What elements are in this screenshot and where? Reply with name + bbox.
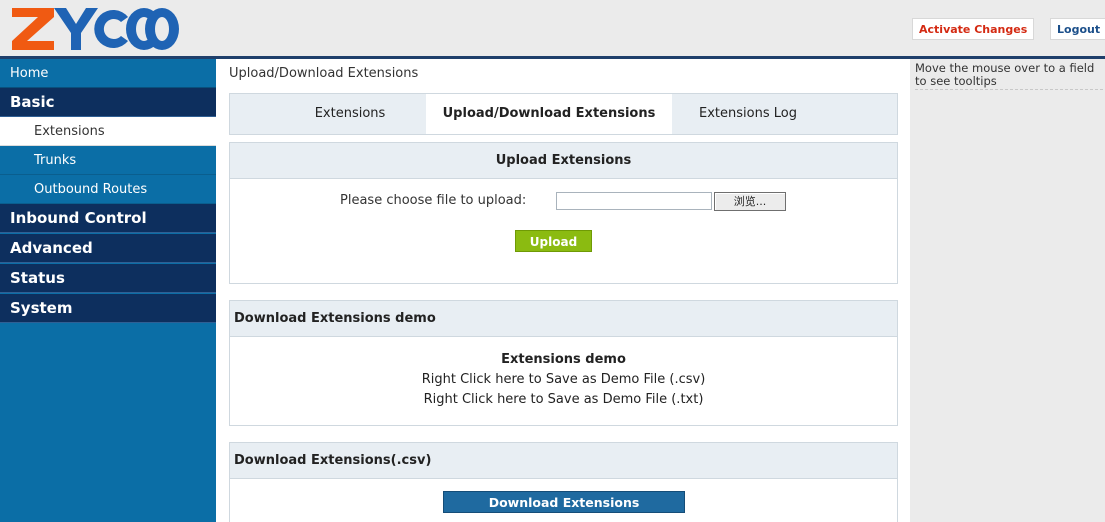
file-path-input[interactable] <box>556 192 712 210</box>
download-demo-panel: Download Extensions demo Extensions demo… <box>229 300 898 426</box>
tab-extensions-log[interactable]: Extensions Log <box>688 94 808 134</box>
tooltip-text: Move the mouse over to a field to see to… <box>915 61 1095 88</box>
sidebar-item-home[interactable]: Home <box>0 59 216 88</box>
sidebar-section-status[interactable]: Status <box>0 264 216 293</box>
download-extensions-button[interactable]: Download Extensions <box>443 491 685 513</box>
demo-subtitle: Extensions demo <box>501 352 626 367</box>
tooltip-panel: Move the mouse over to a field to see to… <box>910 59 1105 522</box>
upload-button[interactable]: Upload <box>515 230 592 252</box>
sidebar-section-inbound-control[interactable]: Inbound Control <box>0 204 216 233</box>
tab-extensions[interactable]: Extensions <box>302 94 398 134</box>
upload-panel-title: Upload Extensions <box>230 143 897 179</box>
breadcrumb: Upload/Download Extensions <box>229 66 419 81</box>
upload-row: Please choose file to upload: 浏览... <box>230 191 897 211</box>
top-header: Activate Changes Logout <box>0 0 1105 58</box>
demo-csv-link[interactable]: Right Click here to Save as Demo File (.… <box>230 370 897 390</box>
sidebar-section-advanced[interactable]: Advanced <box>0 234 216 263</box>
demo-txt-link[interactable]: Right Click here to Save as Demo File (.… <box>230 390 897 410</box>
sidebar: Home Basic Extensions Trunks Outbound Ro… <box>0 59 216 522</box>
browse-button[interactable]: 浏览... <box>714 192 786 211</box>
zycoo-logo <box>12 8 179 50</box>
sidebar-item-outbound-routes[interactable]: Outbound Routes <box>0 175 216 204</box>
activate-changes-button[interactable]: Activate Changes <box>912 18 1035 40</box>
tab-bar: Extensions Upload/Download Extensions Ex… <box>229 93 898 135</box>
upload-file-label: Please choose file to upload: <box>340 193 527 208</box>
demo-panel-title: Download Extensions demo <box>230 301 897 337</box>
tooltip-divider <box>915 89 1103 90</box>
sidebar-item-extensions[interactable]: Extensions <box>0 117 216 146</box>
demo-body: Extensions demo Right Click here to Save… <box>230 337 897 410</box>
upload-extensions-panel: Upload Extensions Please choose file to … <box>229 142 898 284</box>
logout-button[interactable]: Logout <box>1050 18 1105 40</box>
main-content: Upload/Download Extensions Extensions Up… <box>216 59 910 522</box>
download-panel-title: Download Extensions(.csv) <box>230 443 897 479</box>
sidebar-section-basic[interactable]: Basic <box>0 88 216 117</box>
sidebar-item-trunks[interactable]: Trunks <box>0 146 216 175</box>
download-extensions-panel: Download Extensions(.csv) Download Exten… <box>229 442 898 522</box>
sidebar-section-system[interactable]: System <box>0 294 216 323</box>
tab-upload-download-extensions[interactable]: Upload/Download Extensions <box>426 94 672 134</box>
